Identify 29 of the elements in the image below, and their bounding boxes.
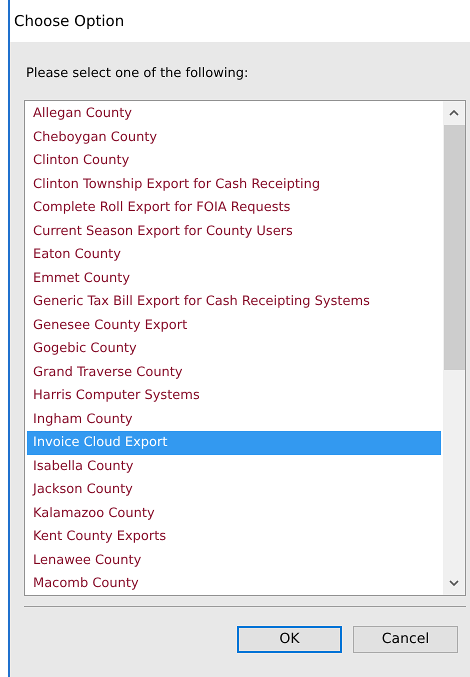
list-option[interactable]: Gogebic County [27, 337, 441, 360]
dialog-button[interactable]: OK [237, 626, 342, 653]
option-list[interactable] [24, 100, 466, 596]
list-option[interactable]: Kent County Exports [27, 525, 441, 548]
list-option[interactable]: Cheboygan County [27, 126, 441, 149]
list-option[interactable]: Kalamazoo County [27, 502, 441, 525]
scroll-down-icon[interactable] [449, 580, 459, 586]
list-option[interactable]: Macomb County [27, 572, 441, 595]
scrollbar[interactable] [443, 101, 465, 595]
list-option[interactable]: Genesee County Export [27, 314, 441, 337]
prompt-text: Please select one of the following: [26, 66, 248, 81]
list-option[interactable]: Complete Roll Export for FOIA Requests [27, 196, 441, 220]
list-option[interactable]: Jackson County [27, 478, 441, 502]
list-option[interactable]: Ingham County [27, 408, 441, 431]
scroll-up-icon[interactable] [449, 110, 459, 116]
scrollbar-thumb[interactable] [444, 125, 464, 370]
list-option[interactable]: Emmet County [27, 266, 441, 290]
list-option[interactable]: Clinton Township Export for Cash Receipting [27, 172, 441, 196]
list-option[interactable]: Isabella County [27, 454, 441, 478]
list-option[interactable]: Lenawee County [27, 548, 441, 572]
list-option[interactable]: Generic Tax Bill Export for Cash Receipting Systems [27, 290, 441, 314]
dialog-button[interactable]: Cancel [353, 626, 458, 653]
list-option[interactable]: Current Season Export for County Users [27, 220, 441, 243]
list-option[interactable]: Harris Computer Systems [27, 384, 441, 408]
list-option[interactable]: Allegan County [27, 102, 441, 126]
window-title: Choose Option [10, 0, 470, 42]
list-option[interactable]: Clinton County [27, 149, 441, 172]
list-option[interactable]: Grand Traverse County [27, 360, 441, 384]
list-option[interactable]: Eaton County [27, 243, 441, 266]
